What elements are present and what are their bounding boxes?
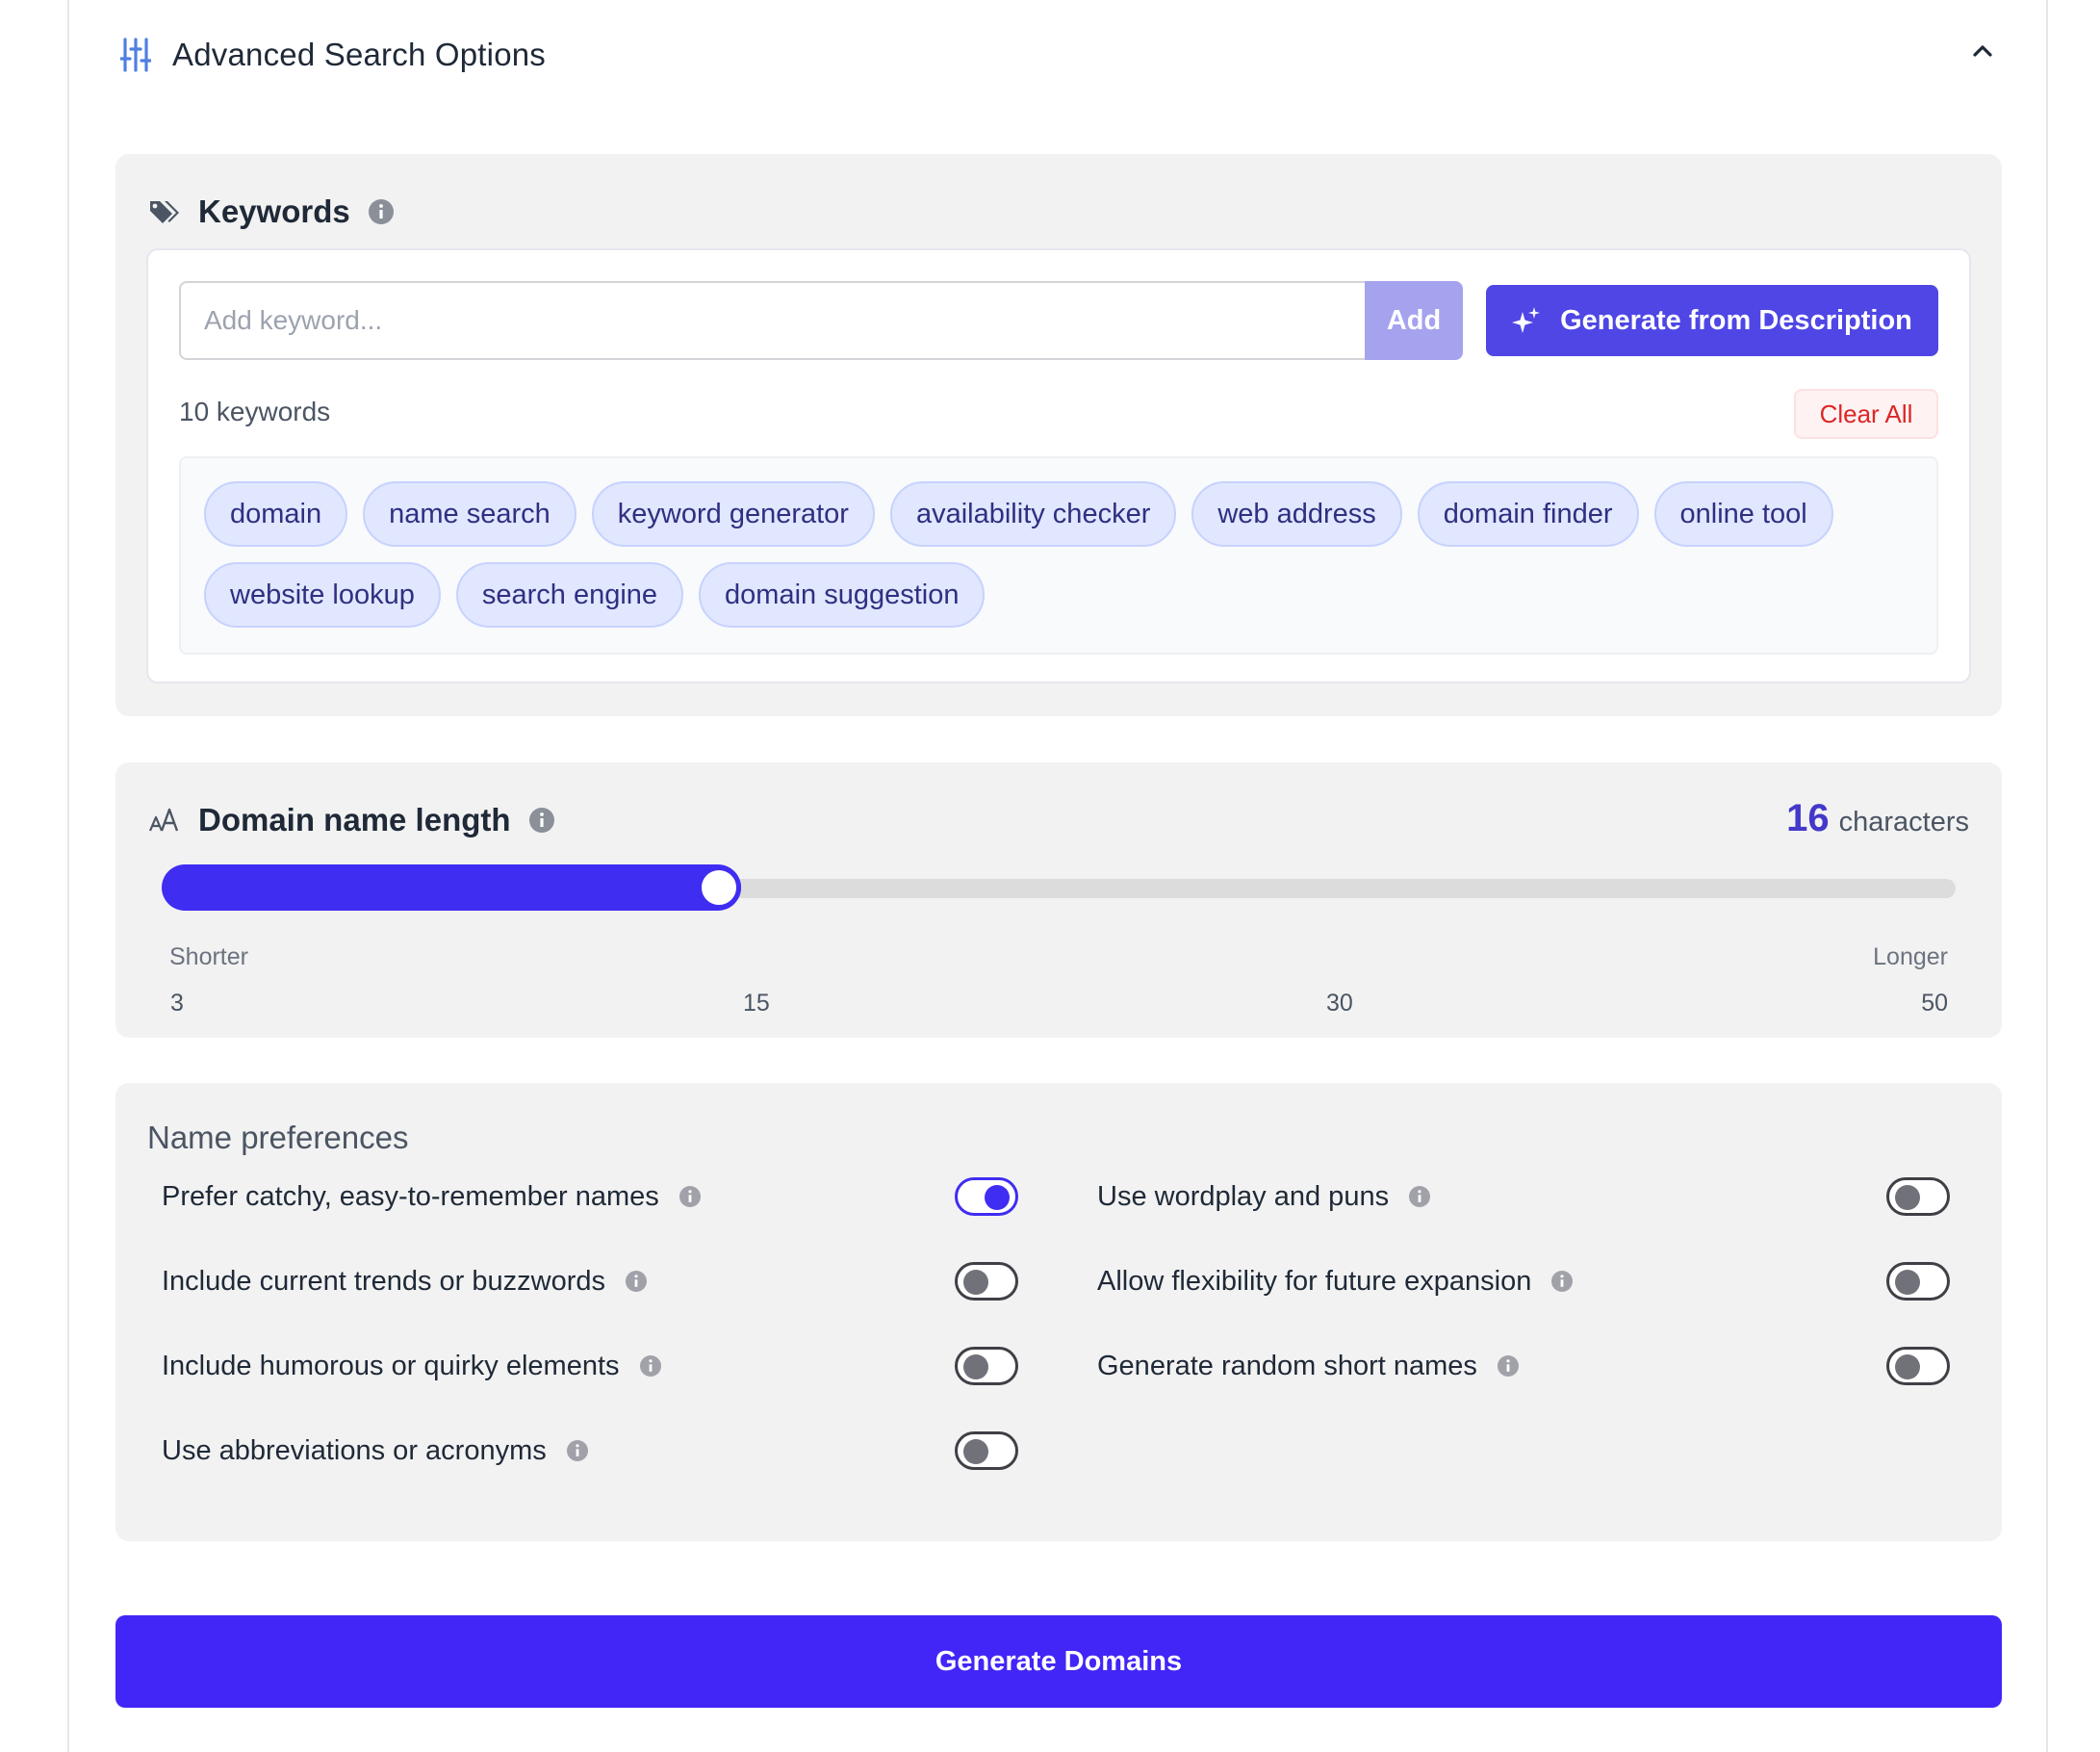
keyword-chip[interactable]: domain finder [1417,481,1639,547]
preference-row: Use wordplay and puns [1097,1175,1431,1218]
name-preferences-panel: Name preferences Prefer catchy, easy-to-… [115,1083,2002,1541]
info-icon[interactable] [368,198,395,225]
toggle-knob [963,1270,988,1295]
tick-label: 3 [170,990,184,1017]
length-value: 16 [1786,797,1830,839]
info-icon[interactable] [1497,1354,1520,1378]
keywords-card: Add Generate from Description 10 keyword… [146,248,1971,683]
keyword-chip[interactable]: availability checker [889,481,1177,547]
keyword-count: 10 keywords [179,397,331,426]
length-slider-thumb[interactable] [697,865,742,910]
preference-toggle[interactable] [1886,1347,1950,1385]
toggle-knob [963,1354,988,1379]
advanced-options-title: Advanced Search Options [172,37,546,72]
sliders-icon [120,38,151,72]
keywords-panel: Keywords Add Generate from Description 1… [115,154,2002,716]
sparkles-icon [1512,307,1541,333]
tick-label: 15 [743,990,770,1017]
preference-label: Use abbreviations or acronyms [162,1434,547,1466]
preference-toggle[interactable] [955,1262,1018,1301]
keyword-chip[interactable]: name search [363,481,576,547]
tick-label: 30 [1326,990,1353,1017]
keyword-chip[interactable]: web address [1191,481,1402,547]
shorter-label: Shorter [169,943,248,970]
domain-length-title: Domain name length [198,802,511,837]
add-keyword-button[interactable]: Add [1365,281,1463,360]
info-icon[interactable] [625,1270,648,1293]
clear-all-button[interactable]: Clear All [1794,389,1938,439]
toggle-knob [1895,1185,1920,1210]
preference-toggle[interactable] [955,1431,1018,1470]
toggle-knob [985,1185,1010,1210]
preference-row: Use abbreviations or acronyms [162,1430,589,1472]
preference-row: Generate random short names [1097,1345,1520,1387]
text-size-icon [148,808,179,832]
preference-toggle[interactable] [1886,1262,1950,1301]
longer-label: Longer [1873,943,1948,970]
generate-domains-button[interactable]: Generate Domains [115,1615,2002,1708]
info-icon[interactable] [639,1354,662,1378]
preference-row: Allow flexibility for future expansion [1097,1260,1574,1302]
info-icon[interactable] [679,1185,702,1208]
domain-length-panel: Domain name length 16 characters Shorter… [115,762,2002,1038]
keyword-input[interactable] [179,281,1365,360]
length-readout: 16 characters [1786,797,1969,840]
info-icon[interactable] [1550,1270,1574,1293]
preference-toggle[interactable] [955,1177,1018,1216]
length-slider-fill [162,864,742,911]
info-icon[interactable] [566,1439,589,1462]
preference-row: Prefer catchy, easy-to-remember names [162,1175,702,1218]
keyword-chip[interactable]: keyword generator [591,481,875,547]
keywords-title: Keywords [198,193,350,229]
preference-label: Generate random short names [1097,1350,1477,1381]
chevron-up-icon[interactable] [1968,37,1997,65]
preference-toggle[interactable] [955,1347,1018,1385]
toggle-knob [963,1439,988,1464]
name-preferences-title: Name preferences [147,1120,409,1155]
keyword-chip[interactable]: online tool [1653,481,1833,547]
toggle-knob [1895,1270,1920,1295]
advanced-options-header[interactable]: Advanced Search Options [120,33,1997,77]
info-icon[interactable] [528,807,555,834]
keyword-chip[interactable]: domain suggestion [699,562,986,628]
toggle-knob [1895,1354,1920,1379]
keyword-chip[interactable]: domain [204,481,348,547]
preference-row: Include current trends or buzzwords [162,1260,648,1302]
tick-label: 50 [1921,990,1948,1017]
preference-label: Prefer catchy, easy-to-remember names [162,1180,659,1212]
generate-from-description-label: Generate from Description [1560,304,1912,336]
preference-label: Allow flexibility for future expansion [1097,1265,1532,1297]
length-unit: characters [1838,807,1969,837]
keyword-chips-area: domain name search keyword generator availa… [179,456,1938,655]
preference-row: Include humorous or quirky elements [162,1345,662,1387]
info-icon[interactable] [1408,1185,1431,1208]
preference-toggle[interactable] [1886,1177,1950,1216]
keyword-chip[interactable]: website lookup [204,562,441,628]
preference-label: Use wordplay and puns [1097,1180,1390,1212]
tags-icon [150,201,179,223]
preference-label: Include current trends or buzzwords [162,1265,605,1297]
preference-label: Include humorous or quirky elements [162,1350,620,1381]
generate-from-description-button[interactable]: Generate from Description [1486,285,1938,356]
keyword-chip[interactable]: search engine [455,562,684,628]
